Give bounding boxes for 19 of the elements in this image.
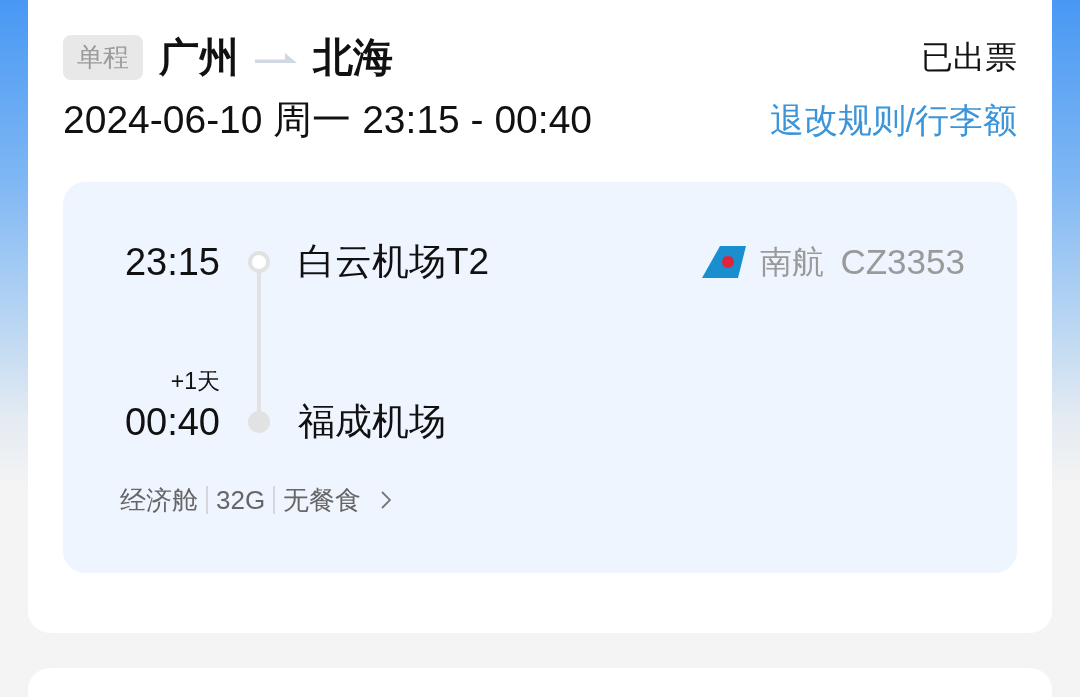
flight-number: CZ3353 bbox=[840, 242, 965, 282]
origin-city: 广州 bbox=[159, 34, 239, 81]
flight-date-time: 2024-06-10 周一 23:15 - 00:40 bbox=[63, 98, 592, 142]
arrival-time: 00:40 bbox=[124, 400, 220, 444]
trip-type-tag: 单程 bbox=[63, 34, 143, 80]
day-offset: +1天 bbox=[170, 368, 220, 394]
arrival-airport: 福成机场 bbox=[298, 400, 447, 444]
ticket-status: 已出票 bbox=[921, 38, 1017, 77]
departure-airport: 白云机场T2 bbox=[298, 240, 491, 284]
rules-link[interactable]: 退改规则/行李额 bbox=[769, 98, 1017, 142]
fare-detail: 32G bbox=[216, 484, 266, 517]
fare-detail: 无餐食 bbox=[283, 484, 362, 517]
airline-name: 南航 bbox=[760, 243, 825, 282]
destination-city: 北海 bbox=[313, 34, 393, 81]
chevron-right-icon[interactable] bbox=[381, 491, 392, 509]
fare-detail: 经济舱 bbox=[120, 484, 198, 517]
arrow-icon bbox=[255, 53, 297, 63]
departure-time: 23:15 bbox=[124, 240, 220, 284]
airline-tail-icon bbox=[702, 246, 747, 278]
